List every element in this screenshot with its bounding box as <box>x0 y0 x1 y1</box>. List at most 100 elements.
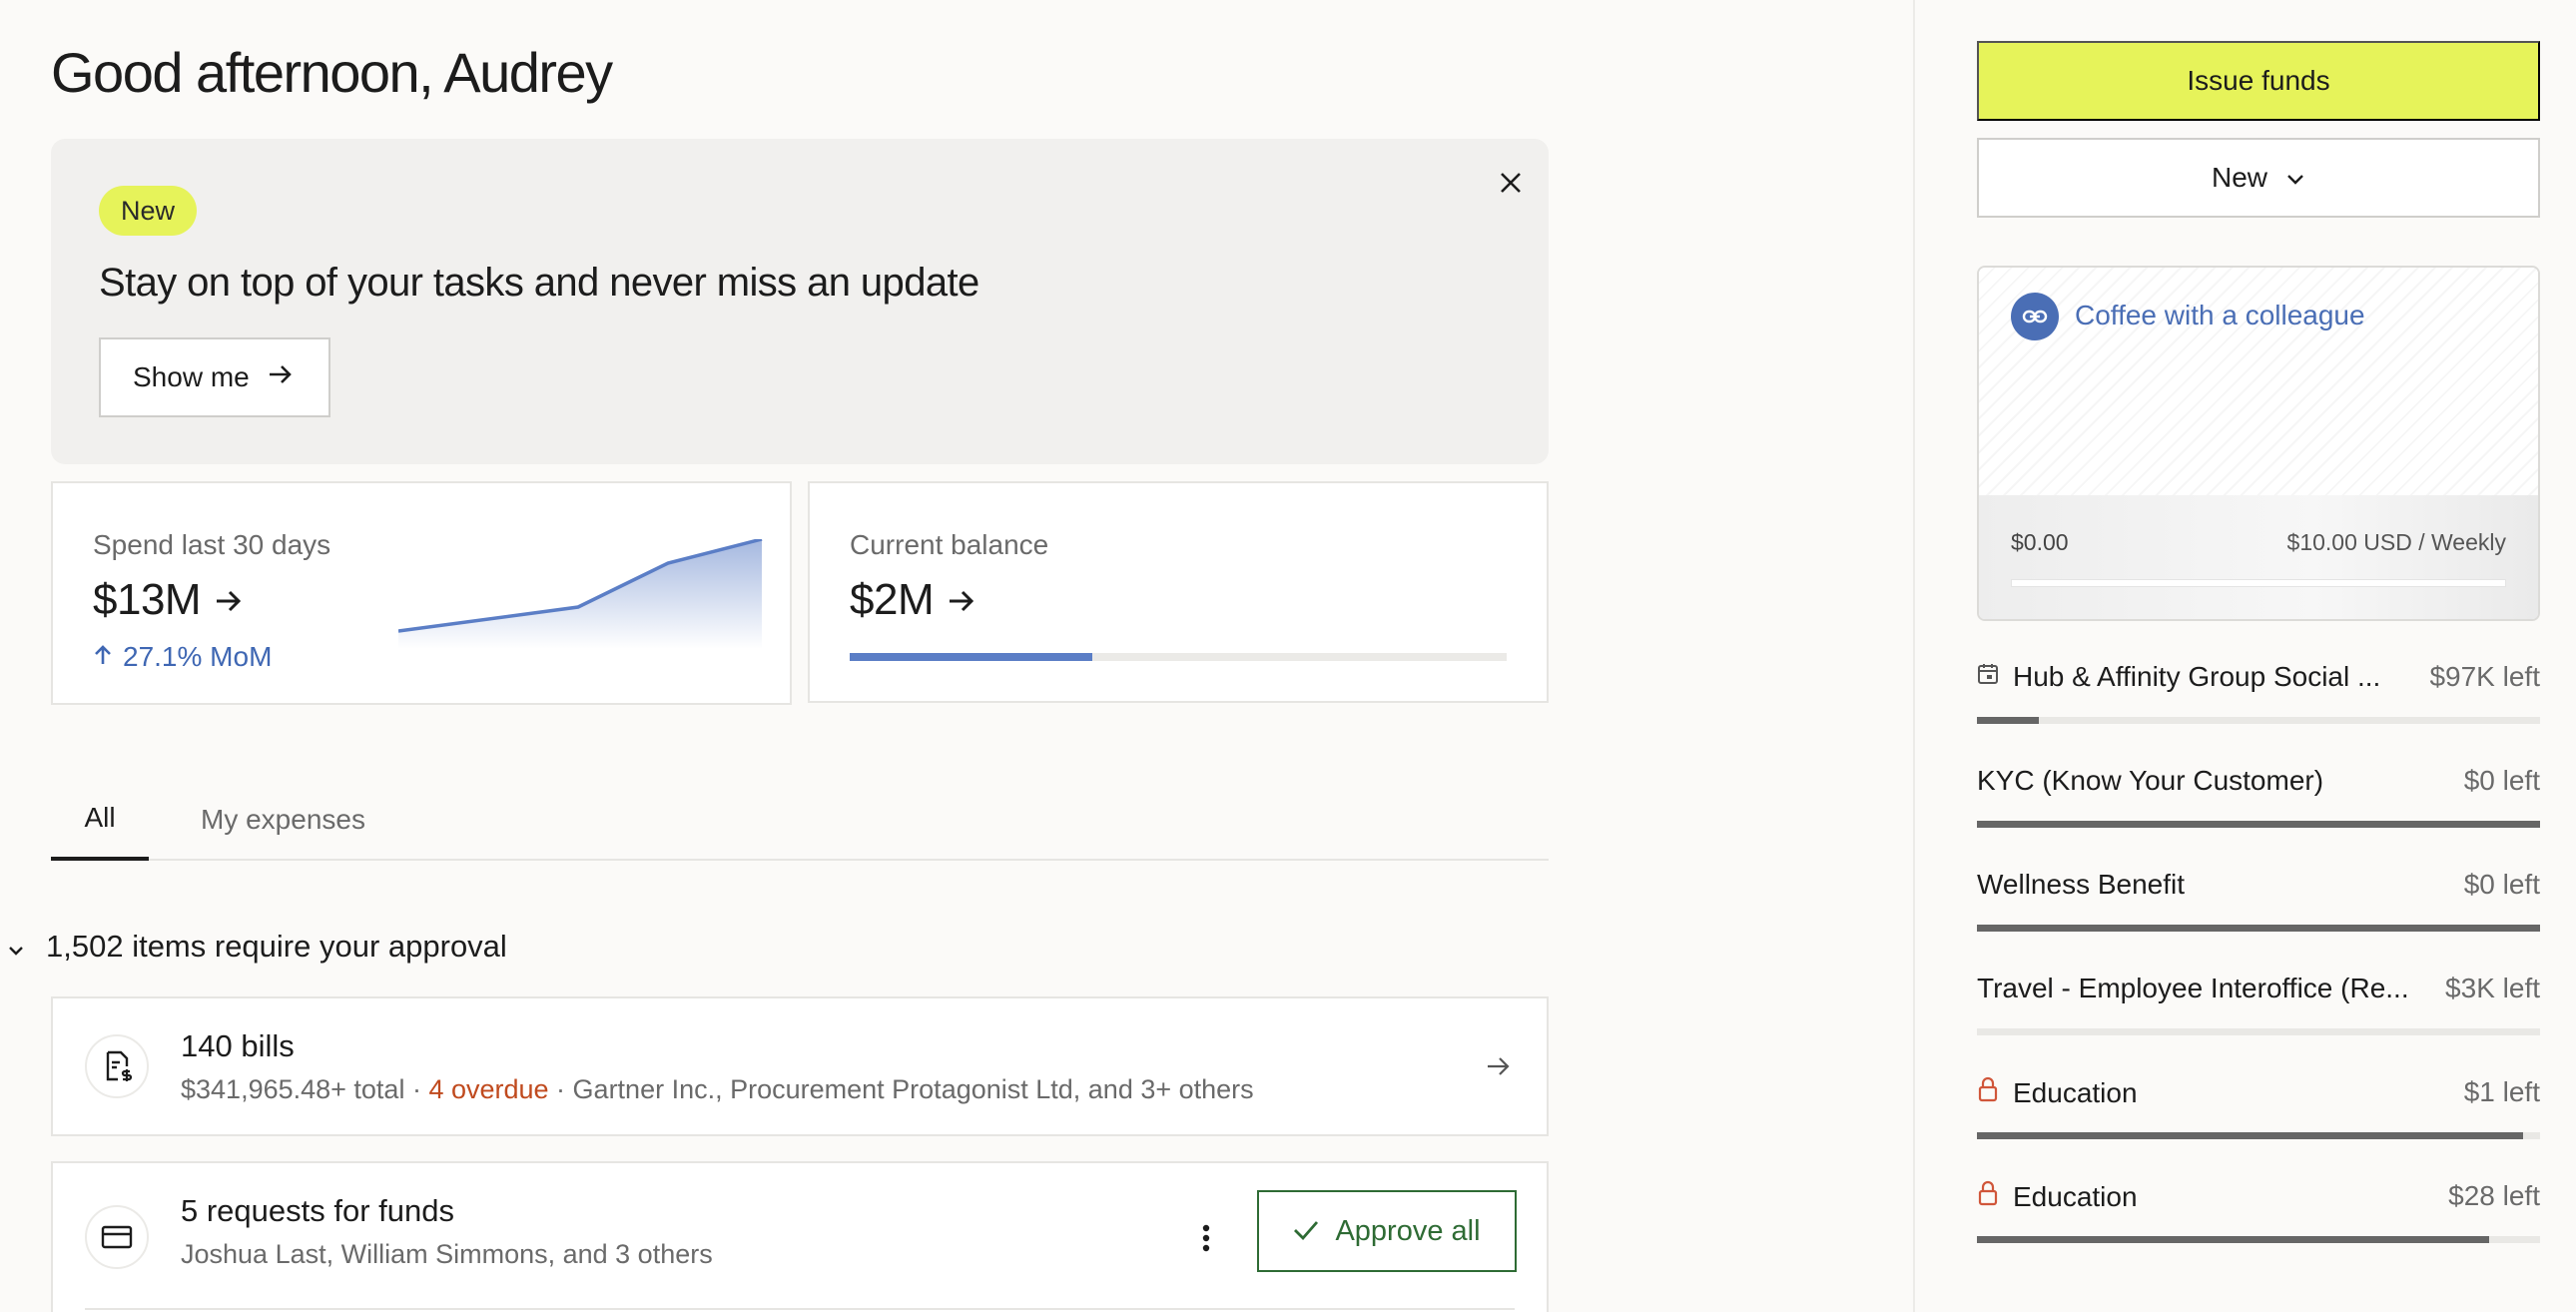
budget-item-name: Hub & Affinity Group Social ... <box>2013 661 2381 692</box>
approval-section-toggle[interactable]: 1,502 items require your approval <box>8 929 507 965</box>
spend-amount: $13M <box>93 575 202 624</box>
budget-item-name-row: KYC (Know Your Customer) <box>1977 765 2323 797</box>
budget-item-progress-fill <box>1977 1236 2490 1243</box>
separator: · <box>548 1074 573 1104</box>
side-panel: Issue funds New Coffee with a colleague … <box>1915 0 2576 1312</box>
close-icon[interactable] <box>1489 161 1533 205</box>
checkmark-icon <box>1293 1215 1319 1248</box>
budget-item-progress-fill <box>1977 925 2540 932</box>
bill-dollar-icon <box>85 1034 149 1098</box>
budget-item-remaining: $97K left <box>2429 661 2540 692</box>
budget-item-remaining: $1 left <box>2463 1076 2540 1107</box>
budget-item-remaining: $28 left <box>2448 1180 2540 1211</box>
budget-item-name-row: Education <box>1977 1076 2138 1109</box>
budget-item[interactable]: Wellness Benefit $0 left <box>1977 869 2540 973</box>
budget-item[interactable]: Education $1 left <box>1977 1076 2540 1180</box>
spend-value[interactable]: $13M <box>93 575 243 625</box>
featured-budget-limit: $10.00 USD / Weekly <box>2286 529 2506 555</box>
budget-item-name: Travel - Employee Interoffice (Re... <box>1977 973 2409 1003</box>
spend-card[interactable]: Spend last 30 days $13M 27.1% MoM <box>51 481 792 705</box>
show-me-button[interactable]: Show me <box>99 337 330 417</box>
bills-approval-row[interactable]: 140 bills $341,965.48+ total · 4 overdue… <box>51 996 1549 1136</box>
main-content: Good afternoon, Audrey New Stay on top o… <box>0 0 1913 1312</box>
funds-title: 5 requests for funds <box>181 1193 454 1228</box>
card-icon <box>85 1205 149 1269</box>
budget-item-name: Education <box>2013 1180 2138 1212</box>
featured-budget-progress <box>2011 579 2506 587</box>
funds-requests-row[interactable]: 5 requests for funds Joshua Last, Willia… <box>51 1161 1549 1312</box>
chevron-down-icon <box>2285 162 2305 194</box>
chevron-down-icon <box>8 929 24 965</box>
budget-card-footer <box>1979 495 2538 619</box>
banner-title: Stay on top of your tasks and never miss… <box>99 261 979 305</box>
lock-icon <box>1977 1180 1999 1213</box>
show-me-label: Show me <box>133 361 250 392</box>
featured-budget-card[interactable]: Coffee with a colleague $0.00 $10.00 USD… <box>1977 266 2540 621</box>
bills-total: $341,965.48+ total <box>181 1074 405 1104</box>
issue-funds-button[interactable]: Issue funds <box>1977 41 2540 121</box>
tab-bar: All My expenses <box>51 779 1549 861</box>
balance-label: Current balance <box>850 529 1049 560</box>
arrow-right-icon <box>215 575 243 625</box>
link-icon <box>2011 293 2059 340</box>
budget-item-progress-fill <box>1977 821 2540 828</box>
budget-item-name: Wellness Benefit <box>1977 869 2186 900</box>
featured-budget-name: Coffee with a colleague <box>2075 300 2365 330</box>
budget-item-progress-fill <box>1977 717 2040 724</box>
divider <box>85 1308 1515 1310</box>
balance-amount: $2M <box>850 575 935 624</box>
approve-all-label: Approve all <box>1335 1214 1481 1247</box>
budget-item-name-row: Education <box>1977 1180 2138 1213</box>
arrow-right-icon <box>948 575 975 625</box>
budget-item[interactable]: Hub & Affinity Group Social ... $97K left <box>1977 661 2540 765</box>
budget-item[interactable]: Education $28 left <box>1977 1180 2540 1284</box>
app-root: Good afternoon, Audrey New Stay on top o… <box>0 0 2576 1312</box>
balance-progress-fill <box>850 653 1093 661</box>
balance-value[interactable]: $2M <box>850 575 975 625</box>
budget-item-progress <box>1977 1028 2540 1035</box>
new-badge: New <box>99 186 198 236</box>
budget-item-name: KYC (Know Your Customer) <box>1977 765 2324 796</box>
approve-all-button[interactable]: Approve all <box>1257 1190 1517 1272</box>
budget-item-name-row: Wellness Benefit <box>1977 869 2185 901</box>
budget-item-progress <box>1977 717 2540 724</box>
budget-item-remaining: $0 left <box>2463 869 2540 900</box>
budget-item-progress <box>1977 821 2540 828</box>
budget-item-remaining: $3K left <box>2445 973 2540 1003</box>
budget-item-progress <box>1977 1236 2540 1243</box>
budget-item-progress-fill <box>1977 1132 2524 1139</box>
budget-item-remaining: $0 left <box>2463 765 2540 796</box>
new-dropdown-button[interactable]: New <box>1977 138 2540 218</box>
approval-heading: 1,502 items require your approval <box>46 929 507 964</box>
bills-overdue: 4 overdue <box>428 1074 549 1104</box>
tab-all[interactable]: All <box>51 779 149 861</box>
spend-sparkline <box>398 539 763 649</box>
arrow-right-icon[interactable] <box>1479 1046 1519 1086</box>
calendar-icon <box>1977 661 1999 693</box>
budget-item-progress <box>1977 925 2540 932</box>
budget-item[interactable]: Travel - Employee Interoffice (Re... $3K … <box>1977 973 2540 1076</box>
more-options-icon[interactable] <box>1191 1213 1221 1263</box>
budget-item-name-row: Travel - Employee Interoffice (Re... <box>1977 973 2409 1004</box>
funds-requesters: Joshua Last, William Simmons, and 3 othe… <box>181 1239 713 1269</box>
spend-label: Spend last 30 days <box>93 529 331 560</box>
balance-card[interactable]: Current balance $2M <box>808 481 1549 703</box>
budget-item[interactable]: KYC (Know Your Customer) $0 left <box>1977 765 2540 869</box>
separator: · <box>404 1074 429 1104</box>
page-greeting: Good afternoon, Audrey <box>51 41 613 104</box>
bills-summary: $341,965.48+ total · 4 overdue · Gartner… <box>181 1074 1254 1105</box>
new-label: New <box>2211 162 2267 193</box>
bills-title: 140 bills <box>181 1028 295 1063</box>
spend-mom: 27.1% MoM <box>93 641 272 673</box>
arrow-right-icon <box>268 361 294 393</box>
featured-budget-spent: $0.00 <box>2011 529 2069 555</box>
tab-my-expenses[interactable]: My expenses <box>201 779 365 861</box>
budget-item-name-row: Hub & Affinity Group Social ... <box>1977 661 2380 693</box>
budget-item-progress <box>1977 1132 2540 1139</box>
spend-mom-text: 27.1% MoM <box>123 641 273 672</box>
balance-progress <box>850 653 1507 661</box>
budget-item-name: Education <box>2013 1076 2138 1108</box>
promo-banner: New Stay on top of your tasks and never … <box>51 139 1549 464</box>
bills-vendors: Gartner Inc., Procurement Protagonist Lt… <box>572 1074 1254 1104</box>
arrow-up-icon <box>93 641 113 673</box>
